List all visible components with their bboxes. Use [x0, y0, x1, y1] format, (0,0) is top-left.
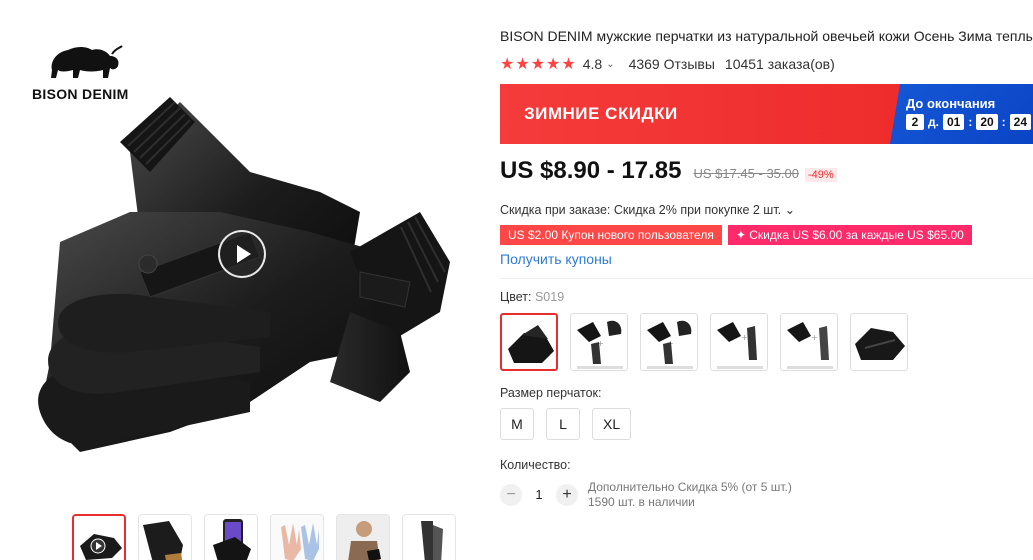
order-discount-dropdown[interactable]: Скидка при заказе: Скидка 2% при покупке… [500, 202, 1033, 217]
color-label: Цвет: S019 [500, 290, 1033, 304]
svg-text:+: + [811, 333, 818, 342]
countdown-colon: : [1001, 115, 1006, 129]
coupons-row: US $2.00 Купон нового пользователя ✦ Ски… [500, 225, 1033, 245]
gloves-scarf-swatch-icon: + [787, 322, 833, 369]
countdown-seconds: 24 [1009, 114, 1032, 130]
size-label: Размер перчаток: [500, 386, 602, 400]
original-price: US $17.45 - 35.00 [693, 166, 799, 181]
gloves-swatch-icon [508, 325, 554, 363]
color-swatches: + + + + [500, 313, 1033, 371]
thumbnail-touchscreen[interactable] [204, 514, 258, 560]
rating-row: ★★★★★ 4.8 ⌄ 4369 Отзывы 10451 заказа(ов) [500, 55, 1033, 73]
size-options: M L XL [500, 408, 1033, 440]
size-option-m[interactable]: M [500, 408, 534, 440]
color-swatch-gloves-2[interactable] [850, 313, 908, 371]
countdown-days-unit: д. [928, 115, 939, 129]
thumbnail-lining[interactable] [138, 514, 192, 560]
discount-badge: -49% [804, 168, 837, 182]
color-swatch-set-2[interactable]: + [640, 313, 698, 371]
price-row: US $8.90 - 17.85 US $17.45 - 35.00 -49% [500, 157, 1033, 185]
gloves-hat-scarf-swatch-icon: + [577, 320, 623, 369]
divider [500, 278, 1033, 279]
get-coupons-link[interactable]: Получить купоны [500, 251, 1033, 267]
new-user-coupon[interactable]: US $2.00 Купон нового пользователя [500, 225, 722, 245]
thumbnail-strip [72, 514, 456, 560]
gloves-swatch-icon [855, 328, 905, 360]
scarf-thumb-icon [403, 515, 455, 560]
color-swatch-set-4[interactable]: + [780, 313, 838, 371]
promo-banner[interactable]: ЗИМНИЕ СКИДКИ До окончания 2 д. 01 : 20 … [500, 84, 1033, 144]
color-swatch-gloves[interactable] [500, 313, 558, 371]
color-swatch-set-3[interactable]: + [710, 313, 768, 371]
play-video-button[interactable] [218, 230, 266, 278]
thumbnail-scarf[interactable] [402, 514, 456, 560]
color-label-text: Цвет: [500, 290, 532, 304]
lining-thumb-icon [139, 515, 191, 560]
quantity-stepper: − 1 + Дополнительно Скидка 5% (от 5 шт.)… [500, 480, 1033, 510]
extra-discount-text: Дополнительно Скидка 5% (от 5 шт.) [588, 480, 792, 494]
store-discount-coupon[interactable]: ✦ Скидка US $6.00 за каждые US $65.00 [727, 225, 972, 245]
chevron-down-icon[interactable]: ⌄ [606, 59, 614, 70]
svg-text:+: + [741, 333, 748, 342]
thumbnail-size-chart[interactable] [270, 514, 324, 560]
orders-count: 10451 заказа(ов) [724, 56, 835, 72]
quantity-label: Количество: [500, 458, 571, 472]
glove-thumb-icon [74, 516, 124, 560]
star-rating-icon: ★★★★★ [500, 56, 577, 73]
color-value: S019 [534, 290, 565, 304]
thumbnail-model[interactable] [336, 514, 390, 560]
product-info: BISON DENIM мужские перчатки из натураль… [500, 26, 1033, 510]
product-gallery: BISON DENIM [20, 22, 470, 560]
quantity-value[interactable]: 1 [522, 484, 556, 506]
bison-icon [51, 45, 123, 78]
thumbnail-video[interactable] [72, 514, 126, 560]
countdown-hours: 01 [942, 114, 965, 130]
gloves-scarf-swatch-icon: + [717, 322, 763, 369]
quantity-increase-button[interactable]: + [556, 484, 578, 506]
current-price: US $8.90 - 17.85 [500, 157, 682, 184]
touchscreen-thumb-icon [205, 515, 257, 560]
size-chart-thumb-icon [271, 515, 323, 560]
reviews-link[interactable]: 4369 Отзывы [629, 56, 715, 72]
countdown-colon: : [968, 115, 973, 129]
size-option-l[interactable]: L [546, 408, 580, 440]
countdown-days: 2 [906, 114, 924, 130]
countdown-label: До окончания [906, 96, 996, 111]
product-title: BISON DENIM мужские перчатки из натураль… [500, 28, 1033, 44]
size-option-xl[interactable]: XL [592, 408, 632, 440]
countdown-timer: 2 д. 01 : 20 : 24 [906, 114, 1033, 130]
quantity-decrease-button[interactable]: − [500, 484, 522, 506]
main-product-image[interactable]: BISON DENIM [20, 22, 470, 482]
promo-title: ЗИМНИЕ СКИДКИ [500, 84, 900, 144]
rating-value[interactable]: 4.8 [583, 56, 602, 72]
countdown-minutes: 20 [976, 114, 998, 130]
quantity-info: Дополнительно Скидка 5% (от 5 шт.) 1590 … [588, 480, 792, 510]
color-swatch-set-1[interactable]: + [570, 313, 628, 371]
stock-text: 1590 шт. в наличии [588, 495, 695, 509]
gloves-hat-scarf-swatch-icon: + [647, 320, 693, 369]
countdown-panel: До окончания 2 д. 01 : 20 : 24 [890, 84, 1033, 144]
model-thumb-icon [337, 515, 389, 560]
glove-image [38, 97, 450, 452]
